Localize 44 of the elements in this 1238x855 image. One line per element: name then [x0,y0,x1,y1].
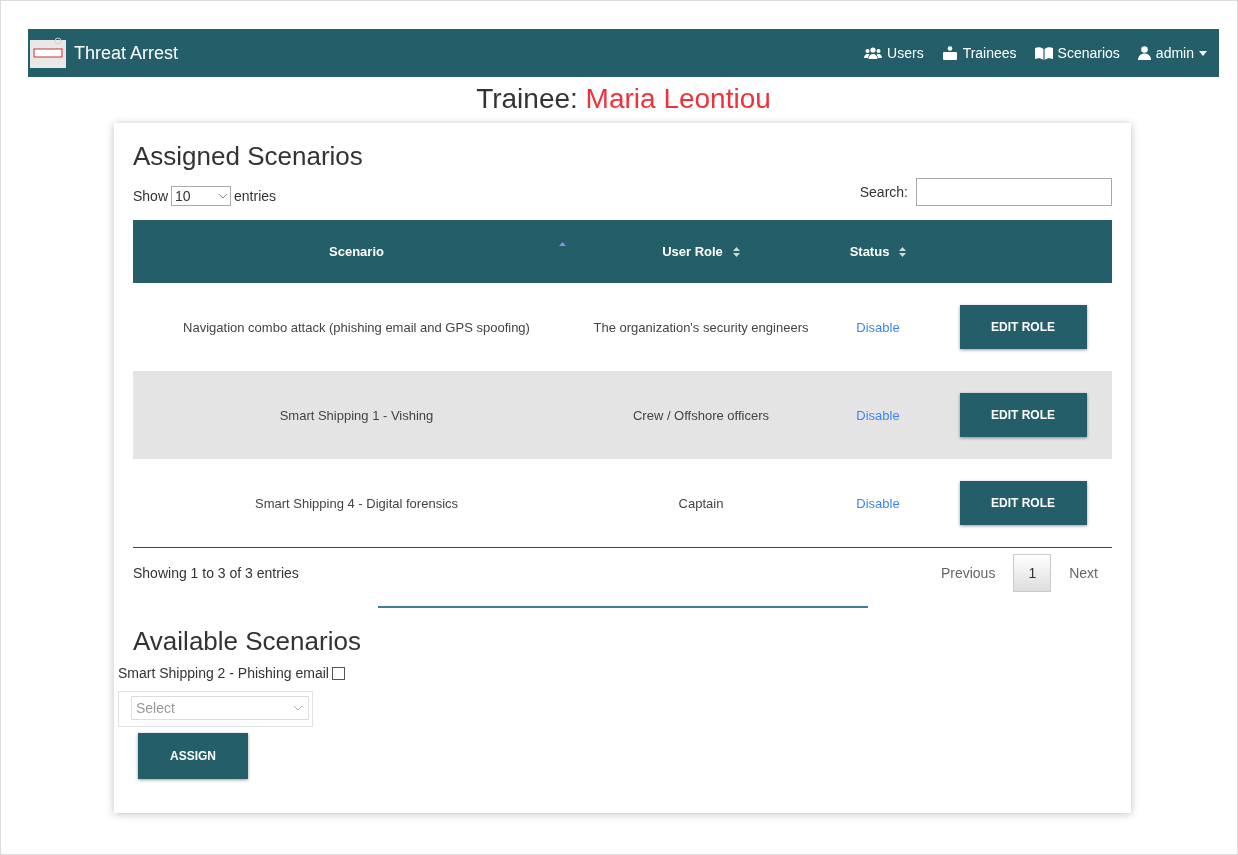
sort-icon [732,245,740,258]
brand-title[interactable]: Threat Arrest [74,42,179,64]
disable-link[interactable]: Disable [856,319,900,335]
disable-link[interactable]: Disable [856,495,900,511]
table-cell: Smart Shipping 4 - Digital forensics [133,459,580,548]
search-label: Search: [859,184,908,200]
user-icon [1137,46,1151,60]
show-label: Show [133,188,169,204]
users-icon [864,47,883,59]
edit-role-button[interactable]: EDIT ROLE [959,393,1087,437]
nav-link[interactable]: Scenarios [1034,45,1120,61]
sort-ascending-icon [559,242,566,246]
edit-role-button[interactable]: EDIT ROLE [959,481,1087,525]
table-cell: Smart Shipping 1 - Vishing [133,371,580,459]
table-cell: Crew / Offshore officers [580,371,822,459]
nav-link[interactable]: admin [1137,45,1207,61]
column-header[interactable]: Scenario [133,220,580,283]
scenario-label: Smart Shipping 2 - Phishing email [118,665,329,681]
page-title: Trainee: Maria Leontiou [475,83,772,115]
chevron-down-icon [219,193,228,199]
entries-label: entries [234,188,277,204]
column-header[interactable]: Status [822,220,934,283]
section-title: Available Scenarios [133,626,362,657]
previous-link[interactable]: Previous [926,555,1010,591]
section-title: Assigned Scenarios [133,141,364,172]
person-easel-icon [941,46,958,60]
checkbox[interactable] [331,666,345,680]
nav-link[interactable]: Trainees [941,45,1017,61]
book-icon [1034,46,1053,60]
table-info: Showing 1 to 3 of 3 entries [133,565,299,581]
table-cell: Navigation combo attack (phishing email and GPS spoofing) [133,283,580,371]
sort-icon [899,245,907,258]
page-size-select[interactable]: 10 [171,186,232,206]
chevron-down-icon [294,705,302,711]
column-header[interactable]: User Role [580,220,822,283]
assign-button[interactable]: ASSIGN [138,733,248,779]
table-cell: The organization's security engineers [580,283,822,371]
search-field[interactable] [916,178,1112,206]
table-cell: Captain [580,459,822,548]
page-button[interactable]: 1 [1013,554,1052,592]
edit-role-button[interactable]: EDIT ROLE [959,305,1087,349]
next-link[interactable]: Next [1055,555,1112,591]
nav-link[interactable]: Users [864,45,924,61]
logo-icon [28,36,68,70]
